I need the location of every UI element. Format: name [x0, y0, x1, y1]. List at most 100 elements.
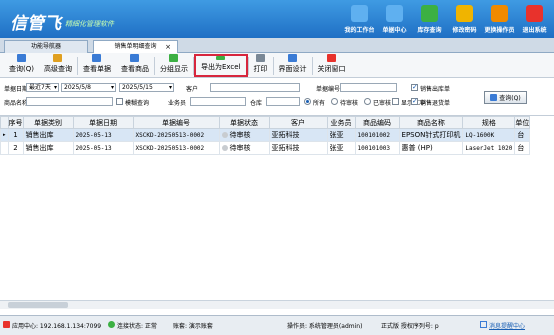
close-icon[interactable]: × [165, 41, 171, 53]
top-nav: 我的工作台 单据中心 库存查询 修改密码 更换操作员 退出系统 [342, 2, 552, 34]
toolbar-print-button[interactable]: 打印 [249, 53, 273, 77]
license-status: 正式版 授权序列号: p [381, 323, 439, 330]
tab-navigator[interactable]: 功能导航器 [4, 40, 88, 53]
account-status: 账套: 演示账套 [173, 323, 213, 330]
toolbar-design-button[interactable]: 界面设计 [274, 53, 312, 77]
cell-text: 100101003 [357, 144, 391, 152]
column-header[interactable]: 规格 [462, 116, 516, 129]
close-icon [526, 5, 543, 22]
toolbar-view-bill-button[interactable]: 查看单据 [78, 53, 116, 77]
goods-input[interactable] [26, 97, 113, 106]
table-cell: XSCKD-20250513-0002 [132, 141, 220, 155]
radio-all[interactable] [304, 98, 311, 105]
column-header[interactable]: 单位 [514, 116, 531, 129]
logo-mark: 信管飞 [10, 14, 61, 34]
topnav-list[interactable]: 单据中心 [377, 2, 412, 34]
radio-approved-label: 已审核 [373, 100, 392, 107]
close-window-icon [327, 54, 337, 62]
result-grid: 序号 单据类别 单据日期 单据编号 单据状态 客户 业务员 商品编码 商品名称 规格 单位 ▸ 1 销售… [0, 116, 554, 315]
table-cell: 2 [7, 141, 24, 155]
column-header[interactable]: 客户 [268, 116, 328, 129]
cell-text: 待审核 [229, 131, 251, 139]
billno-input[interactable] [340, 83, 397, 92]
scrollbar-thumb[interactable] [8, 302, 68, 308]
period-select[interactable]: 最近7天 [26, 83, 59, 92]
table-cell: 张亚 [326, 141, 356, 155]
column-header[interactable]: 单据日期 [72, 116, 134, 129]
cell-text: 张亚 [329, 144, 344, 152]
date-to-input[interactable]: 2025/5/15 [119, 83, 174, 92]
toolbar-group-button[interactable]: 分组显示 [155, 53, 193, 77]
toolbar-label: 关闭窗口 [317, 65, 346, 73]
topnav-label: 修改密码 [452, 27, 477, 34]
radio-approved[interactable] [364, 98, 371, 105]
column-header[interactable]: 业务员 [326, 116, 356, 129]
operator-status: 操作员: 系统管理员(admin) [287, 323, 363, 330]
query-button-label: 查询(Q) [499, 95, 521, 102]
result-table: 序号 单据类别 单据日期 单据编号 单据状态 客户 业务员 商品编码 商品名称 规格 单位 ▸ 1 销售… [0, 116, 531, 155]
sales-return-checkbox[interactable] [411, 97, 418, 105]
app-logo: 信管飞 精細化管理软件 [10, 9, 114, 34]
topnav-flag[interactable]: 库存查询 [412, 2, 447, 34]
cell-text: 2 [13, 144, 18, 152]
toolbar-excel-button[interactable]: 导出为Excel [193, 54, 248, 77]
customer-input[interactable] [210, 83, 300, 92]
cell-text: 待审核 [229, 144, 251, 152]
column-header[interactable]: 序号 [7, 116, 24, 129]
list-icon [386, 5, 403, 22]
toolbar-close-window-button[interactable]: 关闭窗口 [313, 53, 351, 77]
horizontal-scrollbar[interactable] [0, 300, 554, 309]
table-cell: XSCKD-20250513-0002 [132, 128, 220, 142]
group-icon [169, 54, 179, 62]
customer-label: 客户 [186, 86, 199, 93]
table-cell: 台 [514, 128, 531, 142]
column-header[interactable]: 商品编码 [354, 116, 400, 129]
redwash-checkbox[interactable] [392, 98, 399, 105]
cell-text: LaserJet 1020 [465, 144, 513, 152]
table-cell: 2025-05-13 [72, 128, 134, 142]
cell-text: 亚拓科技 [271, 144, 300, 152]
warehouse-label: 仓库 [250, 100, 263, 107]
tab-sales-detail[interactable]: 销售单明细查询 × [93, 40, 178, 53]
radio-pending-label: 待审核 [340, 100, 359, 107]
date-label: 单据日期 [4, 86, 29, 93]
table-row[interactable]: 2 销售出库 2025-05-13 XSCKD-20250513-0002 待审核 亚拓科… [0, 141, 531, 155]
toolbar-view-goods-button[interactable]: 查看商品 [116, 53, 154, 77]
radio-pending[interactable] [331, 98, 338, 105]
fuzzy-label: 模糊查询 [125, 100, 150, 107]
cell-text: 台 [517, 131, 525, 139]
fuzzy-checkbox[interactable] [116, 98, 123, 105]
lock-icon [456, 5, 473, 22]
table-row[interactable]: ▸ 1 销售出库 2025-05-13 XSCKD-20250513-0002 待审核 亚拓… [0, 128, 531, 142]
excel-icon [216, 56, 226, 60]
column-header[interactable]: 单据类别 [22, 116, 74, 129]
query-button[interactable]: 查询(Q) [484, 91, 527, 104]
print-icon [256, 54, 266, 62]
date-from-input[interactable]: 2025/5/8 [61, 83, 116, 92]
toolbar-advanced-search-button[interactable]: 高级查询 [39, 53, 77, 77]
monitor-icon [351, 5, 368, 22]
toolbar-label: 界面设计 [278, 65, 307, 73]
search-icon [490, 94, 498, 101]
topnav-user[interactable]: 更换操作员 [482, 2, 517, 34]
billno-label: 单据编号 [316, 86, 341, 93]
warehouse-input[interactable] [266, 97, 300, 106]
column-header[interactable]: 单据状态 [218, 116, 270, 129]
clerk-input[interactable] [190, 97, 246, 106]
toolbar-label: 查看商品 [120, 65, 149, 73]
topnav-label: 退出系统 [522, 27, 547, 34]
column-header[interactable]: 商品名称 [398, 116, 464, 129]
cell-text: XSCKD-20250513-0002 [135, 144, 205, 152]
topnav-lock[interactable]: 修改密码 [447, 2, 482, 34]
topnav-close[interactable]: 退出系统 [517, 2, 552, 34]
topnav-monitor[interactable]: 我的工作台 [342, 2, 377, 34]
table-cell: 100101003 [354, 141, 400, 155]
table-cell: 100101002 [354, 128, 400, 142]
toolbar-label: 查询(Q) [9, 65, 34, 73]
column-header[interactable]: 单据编号 [132, 116, 220, 129]
topnav-label: 单据中心 [382, 27, 407, 34]
message-center-link[interactable]: 消息提醒中心 [489, 321, 525, 330]
toolbar-search-button[interactable]: 查询(Q) [4, 53, 39, 77]
advanced-search-icon [53, 54, 63, 62]
sales-out-checkbox[interactable] [411, 83, 418, 91]
